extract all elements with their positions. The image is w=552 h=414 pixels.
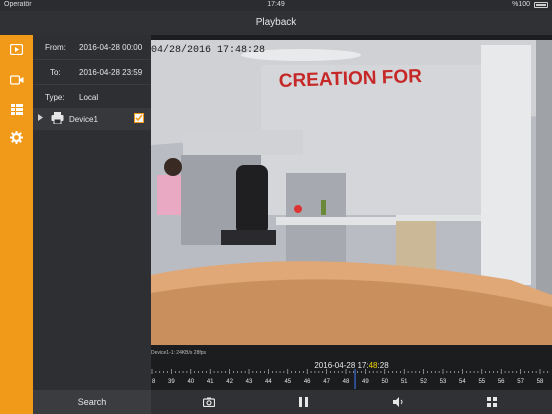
snapshot-icon[interactable]: [201, 394, 217, 410]
video-view[interactable]: CREATION FOR 04/28/2016 17:48:28: [151, 35, 552, 350]
device-checkbox[interactable]: [134, 113, 144, 123]
volume-icon[interactable]: [390, 394, 406, 410]
from-value[interactable]: 2016-04-28 00:00: [79, 43, 142, 52]
device-icon: [51, 112, 64, 126]
settings-icon[interactable]: [8, 129, 25, 146]
title-bar: Playback: [0, 11, 552, 36]
playback-icon[interactable]: [8, 41, 25, 58]
timeline-tick-label: 57: [517, 379, 524, 385]
timeline-tick-label: 42: [226, 379, 233, 385]
split-screen-icon[interactable]: [484, 394, 500, 410]
page-title: Playback: [255, 17, 297, 28]
status-bar: Operatör ︎ 17:49 %100: [0, 0, 552, 11]
filter-panel: From: 2016-04-28 00:00 To: 2016-04-28 23…: [33, 35, 151, 390]
timeline-tick-label: 44: [265, 379, 272, 385]
from-row[interactable]: From: 2016-04-28 00:00: [33, 35, 151, 60]
search-button[interactable]: Search: [33, 390, 151, 414]
timeline-tick-label: 56: [498, 379, 505, 385]
from-label: From:: [45, 43, 66, 52]
timeline-tick-label: 50: [381, 379, 388, 385]
timeline-tick-label: 55: [478, 379, 485, 385]
timeline-tick-label: 58: [537, 379, 544, 385]
timeline-tick-label: 47: [323, 379, 330, 385]
type-label: Type:: [45, 93, 65, 102]
clock: 17:49: [267, 1, 285, 8]
timeline-tick-label: 48: [343, 379, 350, 385]
timeline-tick-label: 53: [440, 379, 447, 385]
timeline-ticks[interactable]: 8 39 40 41 42 43 44 45 46 47 48 49 50 51 52 53 54 55 56 57 5…: [151, 369, 552, 389]
nav-rail: [0, 35, 33, 414]
to-label: To:: [50, 68, 61, 77]
timeline-tick-label: 46: [304, 379, 311, 385]
timeline-tick-label: 43: [246, 379, 253, 385]
timeline-tick-label: 8: [152, 379, 156, 385]
timeline-tick-label: 54: [459, 379, 466, 385]
pause-icon[interactable]: [295, 394, 311, 410]
timeline-tick-label: 39: [168, 379, 175, 385]
timeline-tick-label: 40: [187, 379, 194, 385]
timeline-tick-label: 41: [207, 379, 214, 385]
expand-arrow-icon[interactable]: [38, 114, 43, 123]
timeline-tick-label: 49: [362, 379, 369, 385]
to-value[interactable]: 2016-04-28 23:59: [79, 68, 142, 77]
battery-icon: [534, 2, 548, 8]
type-row[interactable]: Type: Local: [33, 85, 151, 110]
to-row[interactable]: To: 2016-04-28 23:59: [33, 60, 151, 85]
camera-frame: CREATION FOR 04/28/2016 17:48:28: [151, 35, 552, 350]
video-timestamp: 04/28/2016 17:48:28: [151, 44, 265, 56]
timeline-tick-label: 52: [420, 379, 427, 385]
device-name: Device1: [69, 115, 98, 124]
timeline-tick-label: 51: [401, 379, 408, 385]
timeline-tick-label: 45: [284, 379, 291, 385]
timeline[interactable]: 2016-04-28 17:48:28 8 39 40 41 42 43 44 45 46 47 4…: [151, 359, 552, 390]
list-icon[interactable]: [8, 101, 25, 118]
stream-info: Device1-1: 24KB/s 28fps: [151, 350, 552, 359]
battery-percent: %100: [512, 1, 530, 8]
type-value[interactable]: Local: [79, 93, 98, 102]
device-row[interactable]: Device1: [33, 108, 151, 130]
playback-controls: [151, 390, 552, 414]
camera-icon[interactable]: [8, 71, 25, 88]
